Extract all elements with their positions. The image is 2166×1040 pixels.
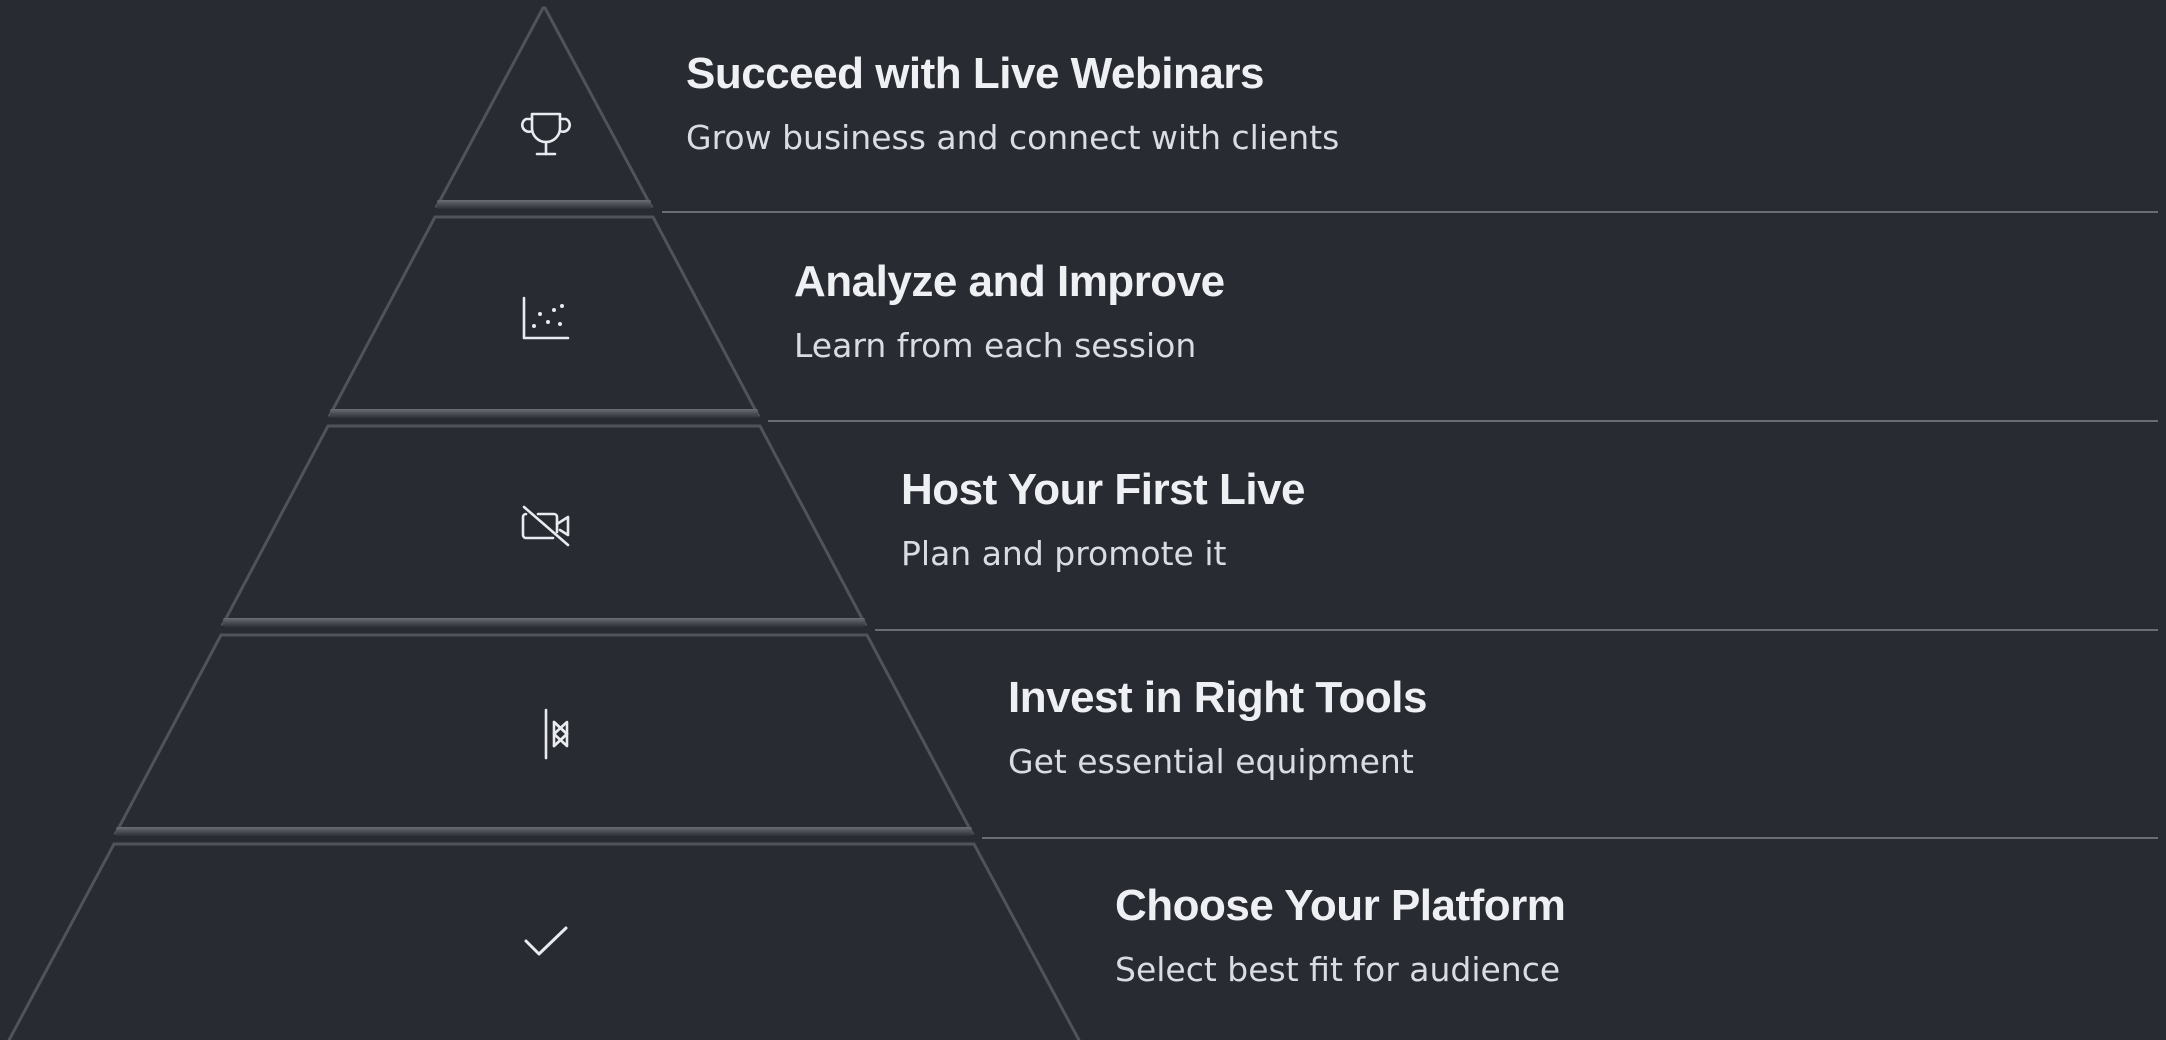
level-2-title: Analyze and Improve	[794, 257, 1225, 306]
pyramid-segment-4	[113, 633, 975, 836]
level-1-subtitle: Grow business and connect with clients	[686, 118, 1340, 157]
level-1-title: Succeed with Live Webinars	[686, 49, 1264, 98]
level-4-subtitle: Get essential equipment	[1008, 742, 1414, 781]
level-1-text: Succeed with Live Webinars Grow business…	[686, 48, 1786, 158]
pyramid-segment-1	[434, 6, 654, 209]
level-3-title: Host Your First Live	[901, 465, 1306, 514]
level-3-text: Host Your First Live Plan and promote it	[901, 464, 2001, 574]
level-2-subtitle: Learn from each session	[794, 326, 1197, 365]
level-5-subtitle: Select best fit for audience	[1115, 950, 1561, 989]
pyramid-segment-5	[7, 842, 1081, 1040]
pyramid-segment-3	[220, 424, 868, 627]
pyramid-segment-2	[327, 215, 761, 418]
level-5-title: Choose Your Platform	[1115, 881, 1566, 930]
level-4-title: Invest in Right Tools	[1008, 673, 1427, 722]
level-5-text: Choose Your Platform Select best fit for…	[1115, 880, 2166, 990]
level-2-text: Analyze and Improve Learn from each sess…	[794, 256, 1894, 366]
level-3-subtitle: Plan and promote it	[901, 534, 1227, 573]
level-4-text: Invest in Right Tools Get essential equi…	[1008, 672, 2108, 782]
